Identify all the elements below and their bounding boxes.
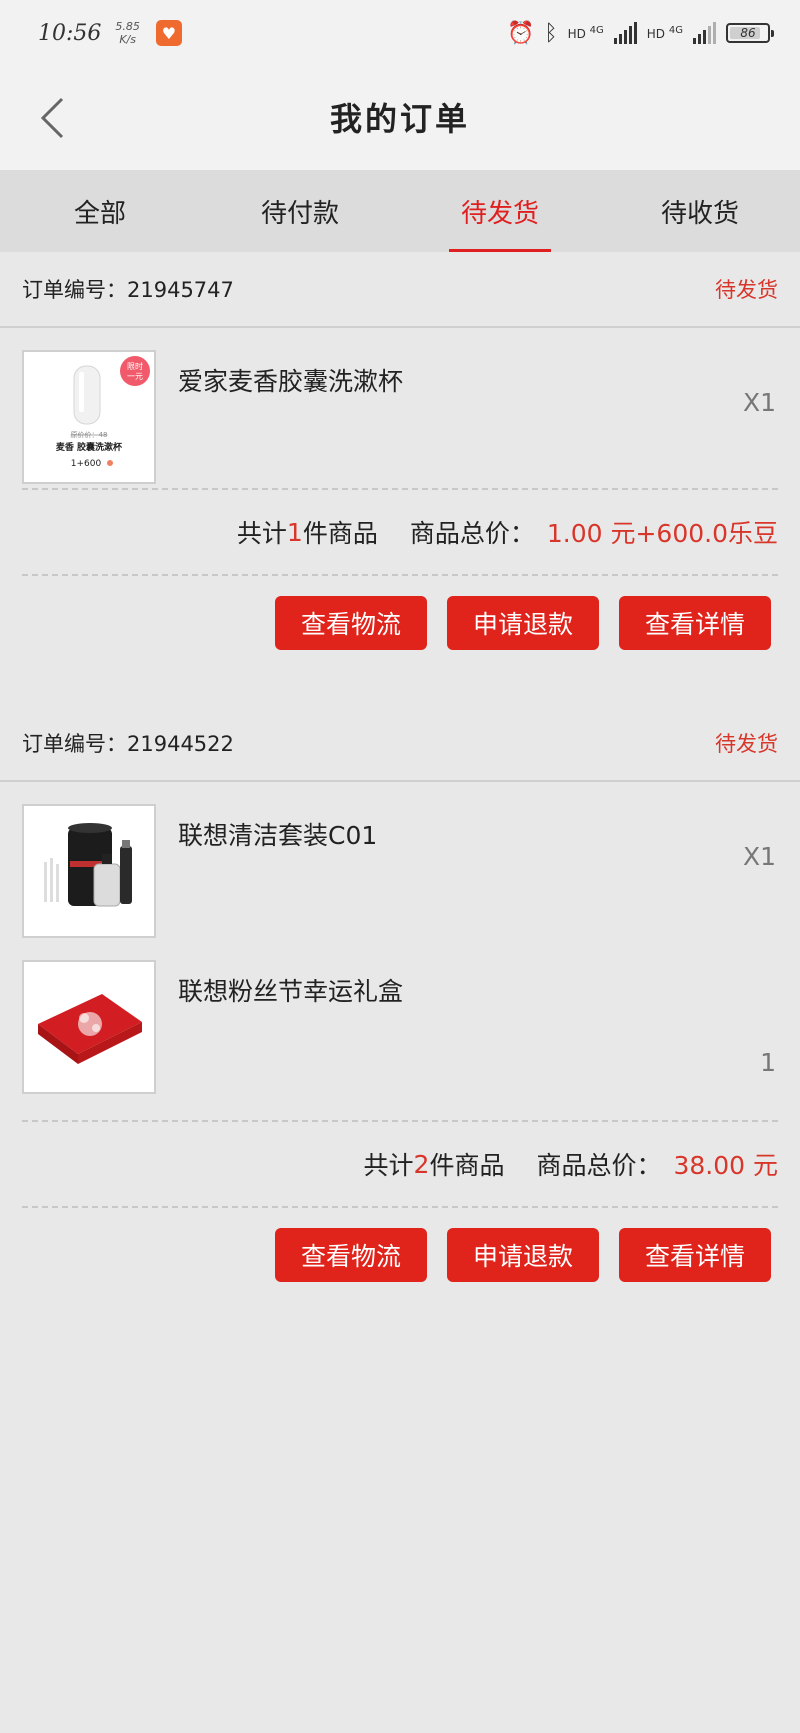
summary-total-label: 商品总价：: [409, 519, 535, 548]
summary-suffix: 件商品: [429, 1151, 505, 1180]
order-number-value: 21944522: [127, 732, 234, 756]
order-card[interactable]: 订单编号：21945747 待发货 限时 一元 原价价：48 麦香 胶囊洗漱杯 …: [0, 252, 800, 670]
product-thumbnail: 限时 一元 原价价：48 麦香 胶囊洗漱杯 1+600: [22, 350, 156, 484]
summary-total: 1.00 元+600.0乐豆: [546, 519, 778, 548]
product-name: 联想粉丝节幸运礼盒: [178, 977, 404, 1006]
summary-prefix: 共计: [363, 1151, 414, 1180]
order-actions: 查看物流 申请退款 查看详情: [0, 1208, 800, 1302]
product-item[interactable]: 联想粉丝节幸运礼盒 1: [0, 960, 800, 1120]
product-thumbnail: [22, 804, 156, 938]
order-number-value: 21945747: [127, 278, 234, 302]
view-logistics-button[interactable]: 查看物流: [275, 1228, 427, 1282]
summary-count: 2: [413, 1149, 430, 1179]
request-refund-button[interactable]: 申请退款: [447, 596, 599, 650]
product-name: 联想清洁套装C01: [178, 821, 378, 850]
page-title: 我的订单: [329, 100, 470, 138]
product-item[interactable]: 联想清洁套装C01 X1: [0, 782, 800, 960]
product-name: 爱家麦香胶囊洗漱杯: [178, 367, 404, 396]
order-header: 订单编号：21944522 待发货: [0, 706, 800, 782]
product-item[interactable]: 限时 一元 原价价：48 麦香 胶囊洗漱杯 1+600 爱家麦香胶囊洗漱杯 X1: [0, 328, 800, 488]
view-details-button[interactable]: 查看详情: [619, 1228, 771, 1282]
bluetooth-icon: ᛒ: [544, 20, 558, 46]
network-1-hd: HD: [567, 27, 586, 41]
order-header: 订单编号：21945747 待发货: [0, 252, 800, 328]
request-refund-button[interactable]: 申请退款: [447, 1228, 599, 1282]
badge-line2: 一元: [127, 372, 143, 381]
tab-bar: 全部 待付款 待发货 待收货: [0, 170, 800, 252]
order-number-label: 订单编号：: [22, 278, 127, 302]
view-details-button[interactable]: 查看详情: [619, 596, 771, 650]
summary-total: 38.00 元: [673, 1151, 778, 1180]
order-summary: 共计 2 件商品 商品总价： 38.00 元: [0, 1122, 800, 1206]
thumb-price: 1+600: [71, 459, 102, 469]
order-actions: 查看物流 申请退款 查看详情: [0, 576, 800, 670]
order-number-label: 订单编号：: [22, 732, 127, 756]
summary-total-label: 商品总价：: [536, 1151, 662, 1180]
order-summary: 共计 1 件商品 商品总价： 1.00 元+600.0乐豆: [0, 490, 800, 574]
nav-header: 我的订单: [0, 66, 800, 170]
view-logistics-button[interactable]: 查看物流: [275, 596, 427, 650]
order-number: 订单编号：21945747: [22, 274, 234, 304]
badge-line1: 限时: [127, 361, 143, 371]
product-quantity: X1: [742, 842, 776, 871]
summary-count: 1: [286, 517, 303, 547]
battery-level: 86: [740, 26, 756, 40]
network-1-label: HD 4G: [568, 25, 604, 41]
status-time: 10:56: [38, 20, 102, 46]
order-status: 待发货: [715, 732, 778, 756]
tab-pending-payment[interactable]: 待付款: [200, 170, 400, 252]
thumb-caption: 麦香 胶囊洗漱杯: [56, 441, 123, 453]
signal-2-icon: [693, 22, 716, 44]
cleaning-kit-image: [24, 806, 154, 936]
signal-1-icon: [613, 22, 637, 44]
status-bar: 10:56 5.85 K/s ♥ ⏰ ᛒ HD 4G HD 4G 86: [0, 0, 800, 66]
summary-suffix: 件商品: [302, 519, 378, 548]
network-2-hd: HD: [646, 27, 666, 41]
health-app-icon: ♥: [155, 20, 182, 46]
thumb-original-price: 原价价：48: [71, 431, 108, 439]
network-speed: 5.85 K/s: [115, 20, 140, 46]
network-speed-unit: K/s: [119, 33, 136, 46]
tab-pending-shipment[interactable]: 待发货: [400, 170, 600, 252]
product-quantity: X1: [742, 388, 776, 417]
network-1-gen: 4G: [589, 25, 604, 36]
order-card[interactable]: 订单编号：21944522 待发货 联想清洁套装C01 X1 联想粉丝节幸运礼盒…: [0, 706, 800, 1302]
product-quantity: 1: [760, 1048, 776, 1077]
order-status: 待发货: [715, 278, 778, 302]
cup-product-image: 限时 一元 原价价：48 麦香 胶囊洗漱杯 1+600: [24, 352, 154, 482]
network-2-gen: 4G: [668, 25, 683, 36]
tab-all[interactable]: 全部: [0, 170, 200, 252]
network-2-label: HD 4G: [647, 25, 683, 41]
alarm-icon: ⏰: [506, 20, 535, 46]
tab-pending-receipt[interactable]: 待收货: [600, 170, 800, 252]
gift-box-image: [24, 962, 154, 1092]
product-thumbnail: [22, 960, 156, 1094]
battery-icon: 86: [726, 23, 774, 43]
network-speed-value: 5.85: [115, 20, 140, 33]
summary-prefix: 共计: [236, 519, 287, 548]
order-number: 订单编号：21944522: [22, 728, 234, 758]
